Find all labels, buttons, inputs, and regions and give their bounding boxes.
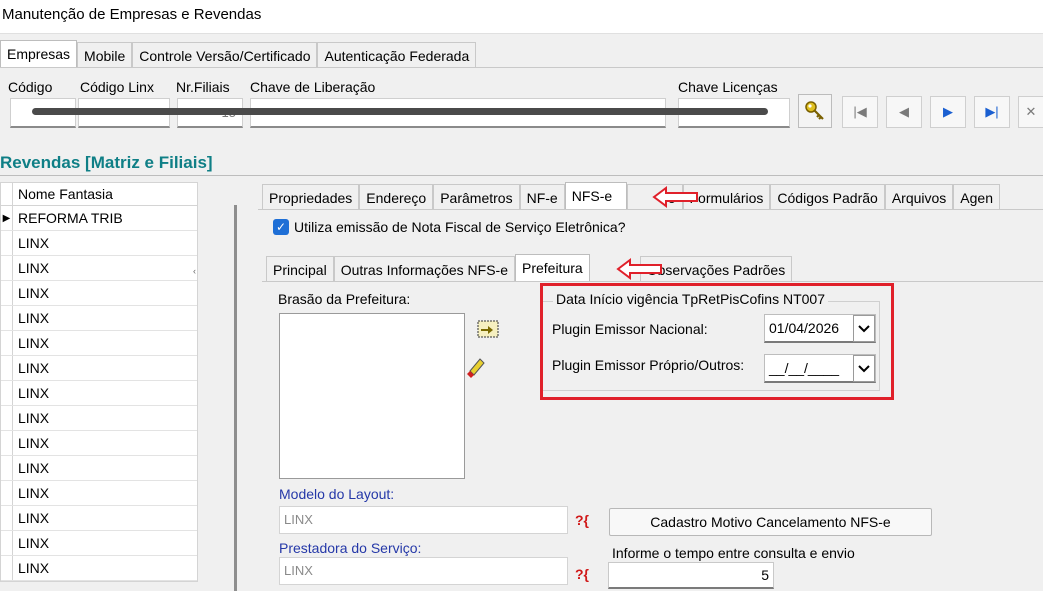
- tab-mobile[interactable]: Mobile: [77, 42, 133, 68]
- tempo-label: Informe o tempo entre consulta e envio: [612, 545, 855, 561]
- table-row[interactable]: LINX: [1, 506, 197, 531]
- current-row-icon: ▶: [1, 206, 13, 230]
- key-button[interactable]: [798, 94, 832, 128]
- codigo-linx-label: Código Linx: [80, 79, 154, 95]
- close-icon: ✕: [1025, 104, 1037, 119]
- tab-nfse[interactable]: NFS-e: [564, 182, 627, 210]
- lookup-icon: ?{: [575, 512, 589, 528]
- title-bar: Manutenção de Empresas e Revendas: [0, 0, 1043, 34]
- grid-header: Nome Fantasia: [1, 183, 197, 206]
- table-row[interactable]: LINX: [1, 481, 197, 506]
- tab-parametros[interactable]: Parâmetros: [433, 184, 520, 210]
- revenda-tabs: Propriedades Endereço Parâmetros NF-e NF…: [262, 182, 1000, 210]
- column-nome-fantasia[interactable]: Nome Fantasia: [13, 183, 113, 205]
- first-record-button[interactable]: |◀: [842, 96, 878, 128]
- table-row[interactable]: ▶ REFORMA TRIB: [1, 206, 197, 231]
- eraser-icon: [467, 358, 485, 378]
- load-image-button[interactable]: [476, 318, 500, 340]
- table-row[interactable]: LINX: [1, 531, 197, 556]
- modelo-layout-field[interactable]: LINX: [279, 506, 568, 534]
- cadastro-motivo-button[interactable]: Cadastro Motivo Cancelamento NFS-e: [609, 508, 932, 536]
- nfse-checkbox[interactable]: ✓: [273, 219, 289, 235]
- tabs-divider: [258, 209, 1043, 210]
- nr-filiais-label: Nr.Filiais: [176, 79, 230, 95]
- table-row[interactable]: LINX: [1, 256, 197, 281]
- tab-principal[interactable]: Principal: [266, 256, 334, 282]
- last-icon: ▶|: [985, 104, 999, 119]
- tab-arquivos[interactable]: Arquivos: [884, 184, 954, 210]
- next-record-button[interactable]: ▶: [930, 96, 966, 128]
- tab-propriedades[interactable]: Propriedades: [262, 184, 360, 210]
- tab-nfe[interactable]: NF-e: [519, 184, 565, 210]
- tab-empresas[interactable]: Empresas: [0, 40, 78, 68]
- tab-autenticacao-federada[interactable]: Autenticação Federada: [317, 42, 477, 68]
- key-icon: [805, 101, 824, 120]
- table-row[interactable]: LINX: [1, 231, 197, 256]
- annotation-highlight-box: [540, 283, 894, 400]
- tab-controle-versao[interactable]: Controle Versão/Certificado: [132, 42, 318, 68]
- nfse-checkbox-label: Utiliza emissão de Nota Fiscal de Serviç…: [294, 219, 626, 235]
- last-record-button[interactable]: ▶|: [974, 96, 1010, 128]
- prestadora-field[interactable]: LINX: [279, 557, 568, 585]
- first-icon: |◀: [853, 104, 867, 119]
- revendas-grid[interactable]: Nome Fantasia ▶ REFORMA TRIB LINX LINX LI…: [0, 182, 198, 582]
- clear-image-button[interactable]: [464, 356, 488, 380]
- tabs-divider: [262, 281, 1043, 282]
- prior-record-button[interactable]: ◀: [886, 96, 922, 128]
- chave-licencas-label: Chave Licenças: [678, 79, 778, 95]
- lookup-icon: ?{: [575, 566, 589, 582]
- tempo-field[interactable]: 5: [608, 562, 774, 589]
- tab-endereco[interactable]: Endereço: [359, 184, 434, 210]
- annotation-arrow-icon: [616, 258, 662, 280]
- window-title: Manutenção de Empresas e Revendas: [2, 6, 262, 23]
- brasao-image-box[interactable]: [279, 313, 465, 479]
- table-row[interactable]: LINX: [1, 356, 197, 381]
- cancel-button[interactable]: ✕: [1018, 96, 1043, 128]
- codigo-label: Código: [8, 79, 53, 95]
- table-row[interactable]: LINX: [1, 281, 197, 306]
- tab-codigos-padrao[interactable]: Códigos Padrão: [770, 184, 885, 210]
- table-row[interactable]: LINX: [1, 306, 197, 331]
- tab-agen[interactable]: Agen: [953, 184, 1000, 210]
- next-icon: ▶: [943, 104, 953, 119]
- annotation-arrow-icon: [652, 186, 698, 208]
- table-row[interactable]: LINX: [1, 431, 197, 456]
- modelo-layout-lookup-button[interactable]: ?{: [575, 508, 601, 532]
- chave-liberacao-label: Chave de Liberação: [250, 79, 376, 95]
- tabs-divider: [0, 67, 1043, 68]
- table-row[interactable]: LINX: [1, 381, 197, 406]
- prestadora-label: Prestadora do Serviço:: [279, 540, 422, 556]
- section-title: Revendas [Matriz e Filiais]: [0, 153, 213, 172]
- top-tabs: Empresas Mobile Controle Versão/Certific…: [0, 40, 477, 68]
- tab-prefeitura[interactable]: Prefeitura: [514, 254, 590, 282]
- brasao-label: Brasão da Prefeitura:: [278, 291, 411, 307]
- table-row[interactable]: LINX: [1, 331, 197, 356]
- pointing-hand-icon: [477, 320, 499, 338]
- table-row[interactable]: LINX: [1, 406, 197, 431]
- tab-outras-informacoes[interactable]: Outras Informações NFS-e: [333, 256, 515, 282]
- splitter[interactable]: [234, 205, 237, 591]
- table-row[interactable]: LINX: [1, 556, 197, 581]
- prior-icon: ◀: [899, 104, 909, 119]
- prestadora-lookup-button[interactable]: ?{: [575, 562, 601, 586]
- redaction-bar: [32, 108, 768, 115]
- modelo-layout-label: Modelo do Layout:: [279, 486, 395, 502]
- nfse-tabs: Principal Outras Informações NFS-e Prefe…: [266, 254, 793, 282]
- section-divider: [0, 175, 1043, 176]
- table-row[interactable]: LINX: [1, 456, 197, 481]
- grid-edge-mark: ‹: [193, 266, 196, 276]
